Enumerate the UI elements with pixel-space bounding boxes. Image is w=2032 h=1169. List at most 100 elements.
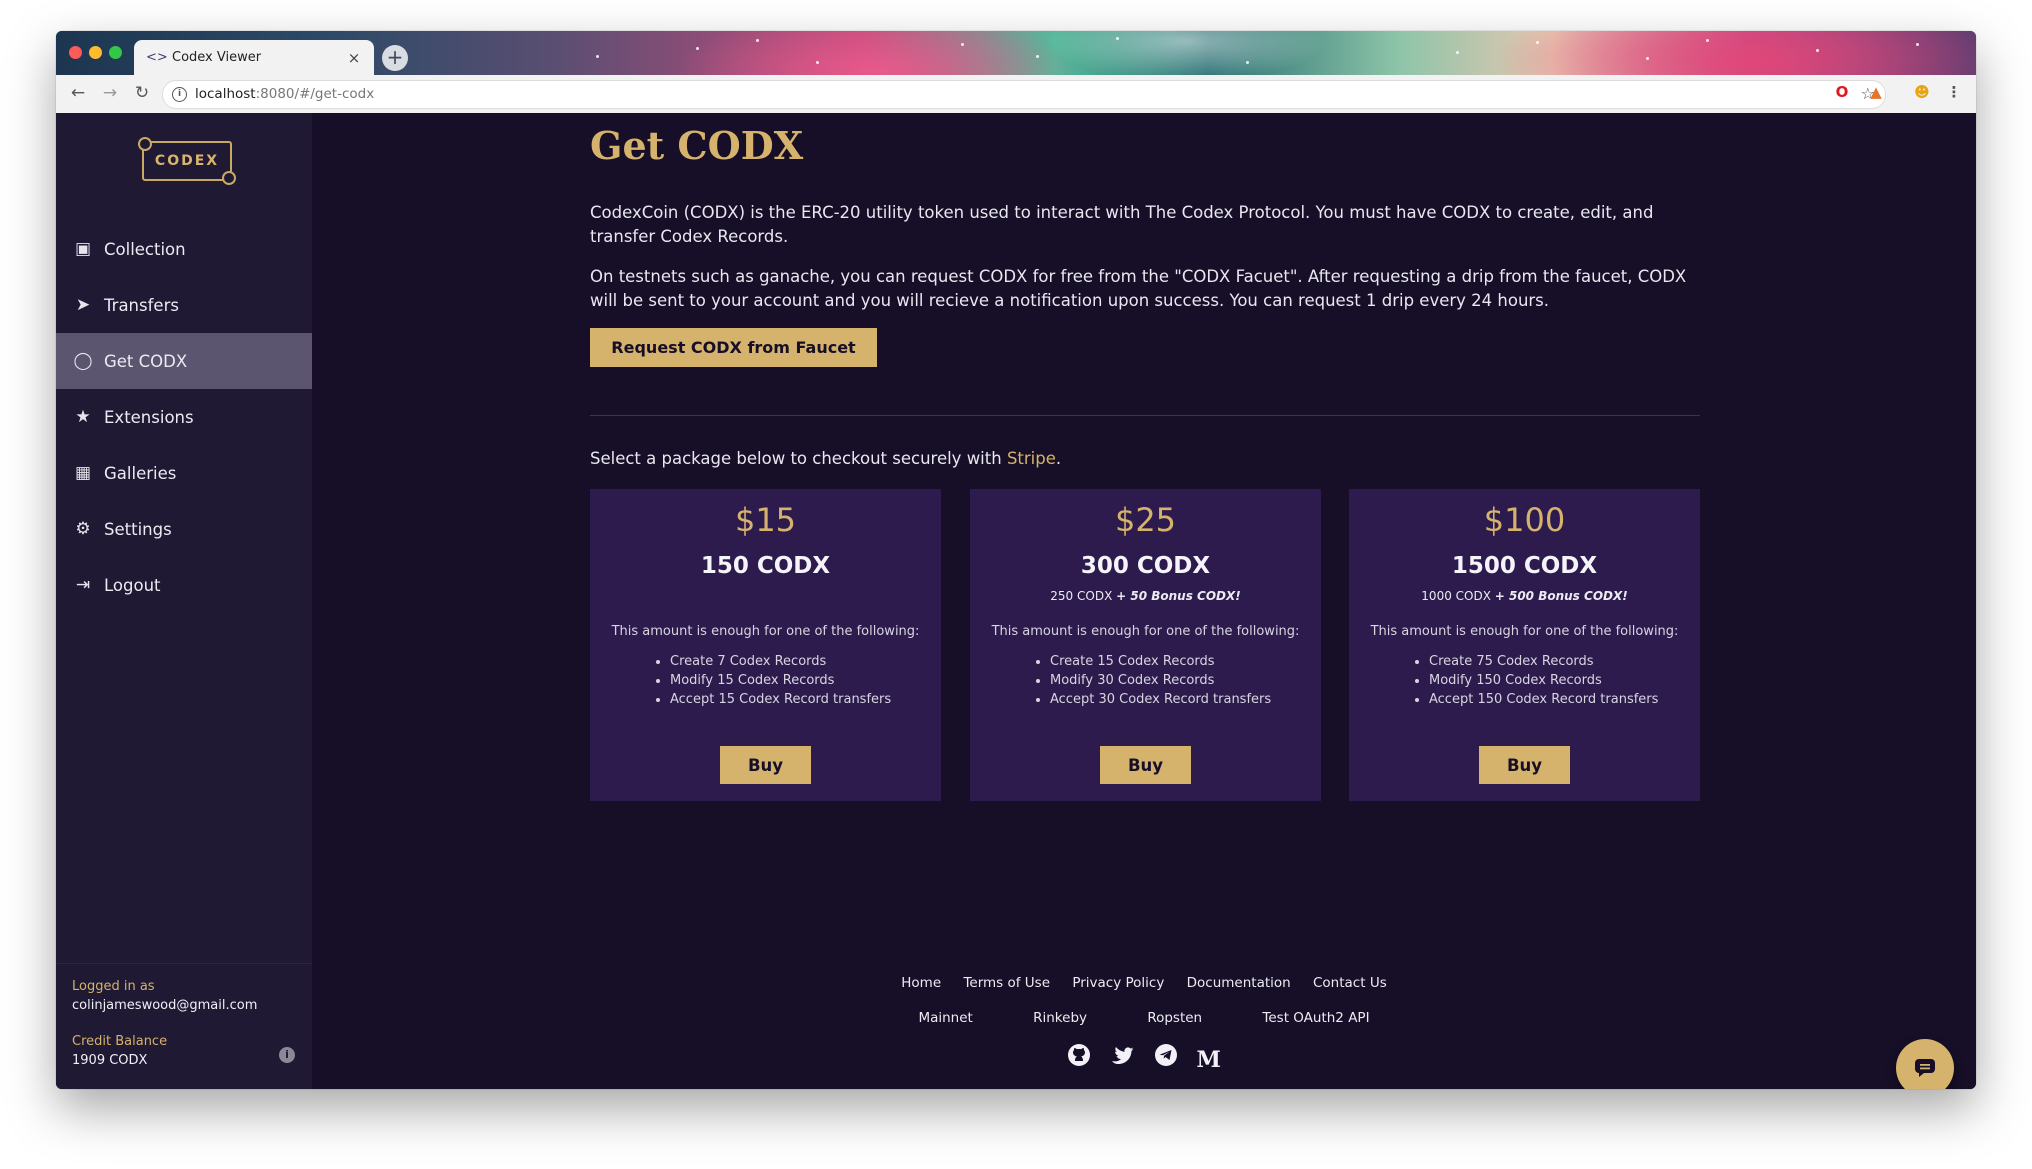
forward-arrow-icon[interactable]: → bbox=[99, 83, 121, 103]
buy-button[interactable]: Buy bbox=[1100, 746, 1191, 784]
stripe-link[interactable]: Stripe bbox=[1007, 449, 1056, 468]
site-info-icon[interactable]: i bbox=[172, 87, 187, 102]
window-close-button[interactable] bbox=[69, 46, 82, 59]
telegram-icon[interactable] bbox=[1153, 1043, 1179, 1069]
stripe-prompt-period: . bbox=[1055, 449, 1062, 468]
package-enough-text: This amount is enough for one of the fol… bbox=[611, 624, 920, 639]
list-item: Modify 15 Codex Records bbox=[670, 671, 891, 690]
back-arrow-icon[interactable]: ← bbox=[67, 83, 89, 103]
logout-icon: ⇥ bbox=[75, 575, 91, 595]
new-tab-button[interactable]: + bbox=[382, 45, 408, 71]
twitter-icon[interactable] bbox=[1109, 1043, 1135, 1069]
url-path: :8080/#/get-codx bbox=[255, 86, 375, 102]
list-item: Create 75 Codex Records bbox=[1429, 652, 1658, 671]
sidebar-item-label: Galleries bbox=[104, 463, 177, 483]
bonus-extra: + 500 Bonus CODX! bbox=[1494, 589, 1628, 603]
url-host: localhost bbox=[195, 86, 256, 102]
tab-title: Codex Viewer bbox=[172, 50, 262, 65]
package-benefits: Create 15 Codex Records Modify 30 Codex … bbox=[1030, 652, 1271, 709]
network-link-rinkeby[interactable]: Rinkeby bbox=[1033, 1010, 1087, 1026]
list-item: Accept 150 Codex Record transfers bbox=[1429, 690, 1658, 709]
browser-menu-icon[interactable]: ⋮ bbox=[1944, 83, 1964, 101]
footer-link-documentation[interactable]: Documentation bbox=[1187, 975, 1291, 991]
browser-toolbar: ← → ↻ i localhost:8080/#/get-codx ☆ O ▲ … bbox=[56, 75, 1976, 114]
sidebar-item-label: Collection bbox=[104, 239, 186, 259]
sidebar-item-label: Extensions bbox=[104, 407, 194, 427]
logged-in-label: Logged in as bbox=[72, 979, 155, 994]
sidebar-item-get-codx[interactable]: ◯ Get CODX bbox=[56, 333, 312, 389]
collection-icon: ▣ bbox=[74, 239, 92, 259]
footer-link-privacy[interactable]: Privacy Policy bbox=[1072, 975, 1164, 991]
buy-button[interactable]: Buy bbox=[1479, 746, 1570, 784]
coin-icon: ◯ bbox=[73, 351, 93, 371]
window-zoom-button[interactable] bbox=[109, 46, 122, 59]
reload-icon[interactable]: ↻ bbox=[131, 83, 153, 103]
page-title: Get CODX bbox=[590, 123, 804, 168]
tab-strip: <> Codex Viewer × + bbox=[56, 31, 1976, 75]
sidebar-item-collection[interactable]: ▣ Collection bbox=[56, 221, 312, 277]
codex-logo[interactable]: CODEX bbox=[138, 137, 236, 185]
faucet-description: On testnets such as ganache, you can req… bbox=[590, 267, 1687, 310]
package-enough-text: This amount is enough for one of the fol… bbox=[991, 624, 1300, 639]
sidebar-item-logout[interactable]: ⇥ Logout bbox=[56, 557, 312, 613]
account-info: Logged in as colinjameswood@gmail.com bbox=[72, 979, 257, 1013]
network-link-mainnet[interactable]: Mainnet bbox=[918, 1010, 972, 1026]
list-item: Accept 30 Codex Record transfers bbox=[1050, 690, 1271, 709]
network-link-ropsten[interactable]: Ropsten bbox=[1147, 1010, 1202, 1026]
stripe-prompt-text: Select a package below to checkout secur… bbox=[590, 449, 1007, 468]
url-text: localhost:8080/#/get-codx bbox=[195, 86, 374, 102]
emoji-extension-icon[interactable]: ☻ bbox=[1912, 83, 1932, 101]
package-amount: 300 CODX bbox=[1080, 553, 1211, 579]
list-item: Accept 15 Codex Record transfers bbox=[670, 690, 891, 709]
package-amount: 1500 CODX bbox=[1451, 553, 1598, 579]
package-card: $15 150 CODX This amount is enough for o… bbox=[590, 489, 941, 801]
package-amount: 150 CODX bbox=[700, 553, 831, 579]
list-item: Modify 30 Codex Records bbox=[1050, 671, 1271, 690]
codex-favicon-icon: <> bbox=[146, 50, 168, 65]
github-icon[interactable] bbox=[1066, 1043, 1092, 1069]
browser-tab[interactable]: <> Codex Viewer × bbox=[134, 40, 374, 75]
sidebar-item-settings[interactable]: ⚙ Settings bbox=[56, 501, 312, 557]
address-bar[interactable]: i localhost:8080/#/get-codx ☆ bbox=[162, 80, 1886, 109]
sidebar-item-label: Get CODX bbox=[104, 351, 188, 371]
opera-extension-icon[interactable]: O bbox=[1832, 83, 1852, 101]
paper-plane-icon: ➤ bbox=[75, 295, 91, 315]
gallery-icon: ▦ bbox=[74, 463, 92, 483]
footer-link-contact[interactable]: Contact Us bbox=[1313, 975, 1387, 991]
section-divider bbox=[590, 415, 1700, 416]
sidebar-item-galleries[interactable]: ▦ Galleries bbox=[56, 445, 312, 501]
medium-icon[interactable]: M bbox=[1196, 1047, 1222, 1073]
package-benefits: Create 7 Codex Records Modify 15 Codex R… bbox=[650, 652, 891, 709]
metamask-fox-icon[interactable]: ▲ bbox=[1866, 83, 1886, 101]
app-root: CODEX ▣ Collection ➤ Transfers ◯ Get COD… bbox=[56, 113, 1976, 1089]
package-bonus: 250 CODX + 50 Bonus CODX! bbox=[970, 589, 1321, 603]
sidebar-item-transfers[interactable]: ➤ Transfers bbox=[56, 277, 312, 333]
package-price: $15 bbox=[734, 501, 797, 539]
network-link-oauth2[interactable]: Test OAuth2 API bbox=[1262, 1010, 1369, 1026]
sidebar-item-label: Transfers bbox=[104, 295, 179, 315]
window-minimize-button[interactable] bbox=[89, 46, 102, 59]
intro-text: CodexCoin (CODX) is the ERC-20 utility t… bbox=[590, 203, 1654, 246]
tab-close-icon[interactable]: × bbox=[344, 49, 364, 67]
chat-bubble-icon bbox=[1915, 1059, 1935, 1077]
footer-link-home[interactable]: Home bbox=[901, 975, 941, 991]
sidebar-item-extensions[interactable]: ★ Extensions bbox=[56, 389, 312, 445]
package-price: $25 bbox=[1114, 501, 1177, 539]
footer-link-terms[interactable]: Terms of Use bbox=[963, 975, 1050, 991]
bonus-base: 250 CODX bbox=[1050, 589, 1117, 603]
buy-button[interactable]: Buy bbox=[720, 746, 811, 784]
credit-info-icon[interactable]: i bbox=[279, 1047, 295, 1063]
list-item: Create 7 Codex Records bbox=[670, 652, 891, 671]
request-faucet-button[interactable]: Request CODX from Faucet bbox=[590, 328, 877, 367]
sidebar-divider bbox=[56, 963, 312, 964]
package-price: $100 bbox=[1483, 501, 1566, 539]
package-card: $100 1500 CODX 1000 CODX + 500 Bonus COD… bbox=[1349, 489, 1700, 801]
browser-window: <> Codex Viewer × + ← → ↻ i localhost:80… bbox=[56, 31, 1976, 1089]
sidebar-item-label: Logout bbox=[104, 575, 161, 595]
star-icon: ★ bbox=[75, 407, 91, 427]
footer-links: Home Terms of Use Privacy Policy Documen… bbox=[312, 975, 1976, 991]
chat-button[interactable] bbox=[1896, 1039, 1954, 1089]
credit-balance-value: 1909 CODX bbox=[72, 1053, 148, 1068]
social-links: M bbox=[312, 1043, 1976, 1073]
account-email: colinjameswood@gmail.com bbox=[72, 998, 258, 1013]
